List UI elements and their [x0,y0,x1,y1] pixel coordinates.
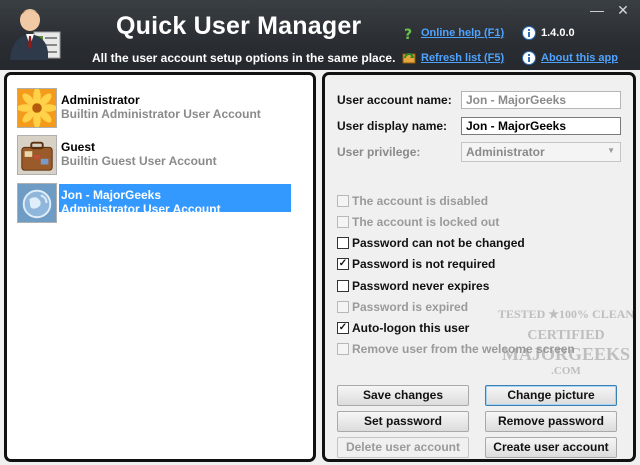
account-name-field[interactable]: Jon - MajorGeeks [461,91,621,109]
minimize-button[interactable]: — [586,2,608,18]
checkbox-box [337,343,349,355]
privilege-value: Administrator [466,145,545,159]
globe-avatar-icon [17,183,57,223]
user-description: Builtin Guest User Account [61,154,217,168]
checkbox-label: Password is expired [352,300,469,314]
header-bar: Quick User Manager All the user account … [0,0,640,70]
display-name-field[interactable]: Jon - MajorGeeks [461,117,621,135]
online-help-link[interactable]: Online help (F1) [421,27,504,39]
refresh-list-link[interactable]: Refresh list (F5) [421,52,504,64]
app-subtitle: All the user account setup options in th… [92,51,396,65]
user-name: Guest [61,140,96,154]
svg-text:?: ? [404,27,412,40]
flower-avatar-icon [17,88,57,128]
about-link[interactable]: About this app [541,52,618,64]
checkbox-box [337,237,349,249]
user-list-item-jon-majorgeeks[interactable]: Jon - MajorGeeks Administrator User Acco… [15,181,295,225]
save-changes-button[interactable]: Save changes [337,385,469,406]
checkbox-label: Auto-logon this user [352,321,470,335]
user-properties-panel: User account name: Jon - MajorGeeks User… [322,72,636,462]
checkbox-label: The account is disabled [352,194,489,208]
set-password-button[interactable]: Set password [337,411,469,432]
version-label: 1.4.0.0 [541,27,575,39]
checkbox-label: Remove user from the welcome screen [352,342,575,356]
user-list-panel: Administrator Builtin Administrator User… [4,72,316,462]
privilege-label: User privilege: [337,145,421,159]
close-button[interactable]: ✕ [612,2,634,18]
checkbox-label: Password can not be changed [352,236,525,250]
checkbox-box [337,216,349,228]
user-name: Jon - MajorGeeks [61,188,162,202]
create-user-account-button[interactable]: Create user account [485,437,617,458]
privilege-select[interactable]: Administrator ▼ [461,142,621,162]
display-name-label: User display name: [337,119,448,133]
account-name-label: User account name: [337,93,452,107]
refresh-list-icon [402,53,416,64]
check-icon: ✓ [337,258,349,270]
checkbox-box [337,280,349,292]
delete-user-account-button[interactable]: Delete user account [337,437,469,458]
user-list-item-guest[interactable]: Guest Builtin Guest User Account [15,133,295,177]
help-question-icon: ? [404,27,412,40]
watermark-line: .COM [551,365,581,377]
user-list-item-administrator[interactable]: Administrator Builtin Administrator User… [15,86,295,130]
watermark-line: TESTED ★100% CLEAN [497,307,635,321]
user-manager-icon [10,9,61,60]
checkbox-label: Password never expires [352,279,490,293]
user-name: Administrator [61,93,140,107]
remove-password-button[interactable]: Remove password [485,411,617,432]
user-description: Builtin Administrator User Account [61,107,261,121]
app-window: Quick User Manager All the user account … [0,0,640,465]
checkbox-label: The account is locked out [352,215,500,229]
suitcase-avatar-icon [17,135,57,175]
check-icon: ✓ [337,322,349,334]
checkbox-box [337,301,349,313]
checkbox-box [337,195,349,207]
user-description: Administrator User Account [61,202,221,216]
app-title: Quick User Manager [116,12,362,40]
chevron-down-icon: ▼ [607,146,615,155]
checkbox-label: Password is not required [352,257,496,271]
info-icon [522,26,536,40]
change-picture-button[interactable]: Change picture [485,385,617,406]
about-info-icon [522,51,536,65]
